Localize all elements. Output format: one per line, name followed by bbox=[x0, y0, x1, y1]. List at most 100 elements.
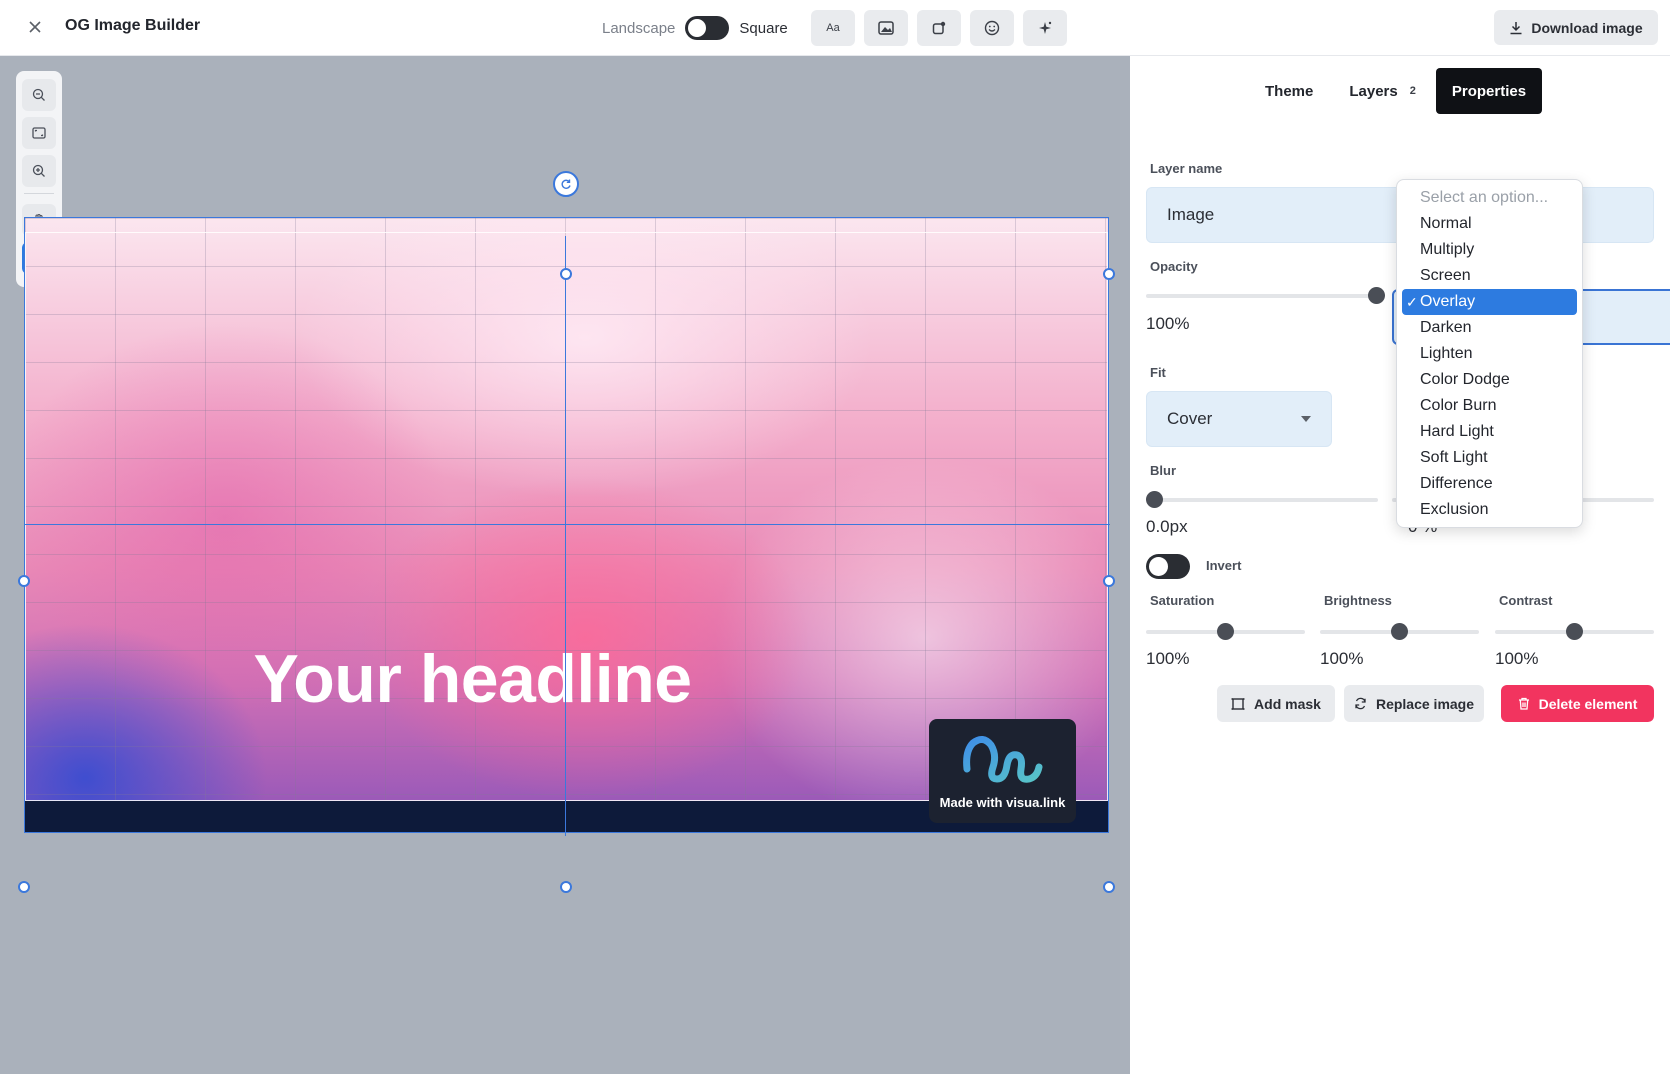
app-title: OG Image Builder bbox=[65, 17, 201, 34]
orientation-toggle[interactable] bbox=[685, 16, 730, 40]
ai-magic-button[interactable] bbox=[1023, 10, 1067, 46]
selection-center-guide-horizontal bbox=[24, 524, 1110, 525]
zoom-in-icon bbox=[32, 164, 45, 177]
saturation-slider[interactable] bbox=[1146, 623, 1305, 640]
fit-select[interactable]: Cover bbox=[1146, 391, 1332, 447]
resize-handle-bottom-left[interactable] bbox=[18, 881, 30, 893]
tab-label: Layers bbox=[1349, 82, 1398, 100]
layer-name-label: Layer name bbox=[1150, 161, 1223, 176]
resize-handle-right[interactable] bbox=[1103, 575, 1115, 587]
resize-handle-bottom-right[interactable] bbox=[1103, 881, 1115, 893]
resize-handle-top-right[interactable] bbox=[1103, 268, 1115, 280]
saturation-value: 100% bbox=[1146, 649, 1190, 668]
text-icon: Aa bbox=[826, 22, 840, 34]
saturation-label: Saturation bbox=[1150, 593, 1215, 608]
chevron-down-icon bbox=[1301, 416, 1311, 422]
close-button[interactable] bbox=[22, 14, 48, 40]
blend-option-hard-light[interactable]: Hard Light bbox=[1402, 419, 1577, 445]
blend-option-multiply[interactable]: Multiply bbox=[1402, 237, 1577, 263]
blend-option-difference[interactable]: Difference bbox=[1402, 471, 1577, 497]
add-mask-button[interactable]: Add mask bbox=[1217, 685, 1335, 722]
dropdown-placeholder: Select an option... bbox=[1420, 189, 1549, 206]
blend-option-lighten[interactable]: Lighten bbox=[1402, 341, 1577, 367]
og-image-canvas[interactable]: Your headline Made with visua.link bbox=[24, 217, 1109, 833]
add-emoji-button[interactable] bbox=[970, 10, 1014, 46]
badge-label: Made with visua.link bbox=[939, 795, 1066, 810]
blend-option-normal[interactable]: Normal bbox=[1402, 211, 1577, 237]
square-label: Square bbox=[739, 19, 788, 37]
fit-to-screen-button[interactable] bbox=[22, 117, 56, 149]
tab-label: Theme bbox=[1265, 82, 1314, 100]
blur-slider[interactable] bbox=[1146, 491, 1378, 508]
contrast-slider[interactable] bbox=[1495, 623, 1654, 640]
fit-screen-icon bbox=[32, 127, 46, 139]
opacity-label: Opacity bbox=[1150, 259, 1198, 274]
top-bar: OG Image Builder Landscape Square Aa Dow… bbox=[0, 0, 1670, 56]
contrast-label: Contrast bbox=[1499, 593, 1553, 608]
download-image-button[interactable]: Download image bbox=[1494, 10, 1658, 45]
blend-option-screen[interactable]: Screen bbox=[1402, 263, 1577, 289]
blend-option-color-burn[interactable]: Color Burn bbox=[1402, 393, 1577, 419]
zoom-out-icon bbox=[32, 88, 45, 101]
saturation-slider-thumb[interactable] bbox=[1217, 623, 1234, 640]
made-with-badge[interactable]: Made with visua.link bbox=[929, 719, 1076, 823]
contrast-slider-thumb[interactable] bbox=[1566, 623, 1583, 640]
landscape-label: Landscape bbox=[602, 19, 676, 37]
add-text-button[interactable]: Aa bbox=[811, 10, 855, 46]
toggle-knob bbox=[1149, 557, 1168, 576]
sparkle-icon bbox=[1039, 21, 1052, 34]
opacity-slider[interactable] bbox=[1146, 287, 1385, 304]
add-image-button[interactable] bbox=[864, 10, 908, 46]
blur-slider-thumb[interactable] bbox=[1146, 491, 1163, 508]
tab-theme[interactable]: Theme bbox=[1249, 68, 1329, 114]
refresh-icon bbox=[1355, 697, 1366, 710]
contrast-value: 100% bbox=[1495, 649, 1539, 668]
blend-option-color-dodge[interactable]: Color Dodge bbox=[1402, 367, 1577, 393]
layers-count-badge: 2 bbox=[1409, 85, 1416, 97]
fit-select-value: Cover bbox=[1167, 409, 1213, 428]
brightness-slider-thumb[interactable] bbox=[1391, 623, 1408, 640]
resize-handle-left[interactable] bbox=[18, 575, 30, 587]
brightness-slider[interactable] bbox=[1320, 623, 1479, 640]
blend-option-exclusion[interactable]: Exclusion bbox=[1402, 497, 1577, 523]
blend-option-darken[interactable]: Darken bbox=[1402, 315, 1577, 341]
opacity-value: 100% bbox=[1146, 314, 1190, 333]
add-mask-label: Add mask bbox=[1254, 695, 1321, 712]
orientation-switch: Landscape Square bbox=[602, 14, 788, 42]
add-shape-button[interactable] bbox=[917, 10, 961, 46]
blend-option-soft-light[interactable]: Soft Light bbox=[1402, 445, 1577, 471]
opacity-slider-thumb[interactable] bbox=[1368, 287, 1385, 304]
replace-image-button[interactable]: Replace image bbox=[1344, 685, 1484, 722]
blend-option-overlay[interactable]: ✓ Overlay bbox=[1402, 289, 1577, 315]
toolbar-divider bbox=[24, 193, 54, 194]
rotate-handle[interactable] bbox=[553, 171, 579, 197]
brightness-value: 100% bbox=[1320, 649, 1364, 668]
panel-tabs: Theme Layers 2 Properties bbox=[1249, 68, 1543, 114]
replace-image-label: Replace image bbox=[1375, 695, 1475, 712]
invert-toggle[interactable] bbox=[1146, 554, 1190, 579]
blend-mode-dropdown: Select an option... Normal Multiply Scre… bbox=[1396, 179, 1583, 528]
headline-text[interactable]: Your headline bbox=[25, 640, 1108, 718]
zoom-in-button[interactable] bbox=[22, 155, 56, 187]
option-label: Overlay bbox=[1420, 293, 1476, 310]
zoom-out-button[interactable] bbox=[22, 79, 56, 111]
delete-element-label: Delete element bbox=[1538, 695, 1638, 712]
selection-center-guide-vertical bbox=[565, 236, 566, 836]
download-label: Download image bbox=[1531, 19, 1643, 36]
resize-handle-bottom[interactable] bbox=[560, 881, 572, 893]
resize-handle-top[interactable] bbox=[560, 268, 572, 280]
visua-logo-icon bbox=[963, 736, 1043, 783]
emoji-icon bbox=[984, 20, 1000, 36]
download-icon bbox=[1510, 21, 1522, 34]
blur-value: 0.0px bbox=[1146, 517, 1188, 536]
trash-icon bbox=[1518, 697, 1529, 710]
fit-label: Fit bbox=[1150, 365, 1166, 380]
checkmark-icon: ✓ bbox=[1406, 293, 1418, 310]
rotate-icon bbox=[561, 179, 571, 189]
brightness-label: Brightness bbox=[1324, 593, 1392, 608]
delete-element-button[interactable]: Delete element bbox=[1501, 685, 1654, 722]
tab-properties[interactable]: Properties bbox=[1435, 68, 1543, 114]
close-icon bbox=[29, 21, 41, 33]
blur-label: Blur bbox=[1150, 463, 1176, 478]
tab-layers[interactable]: Layers 2 bbox=[1333, 68, 1432, 114]
